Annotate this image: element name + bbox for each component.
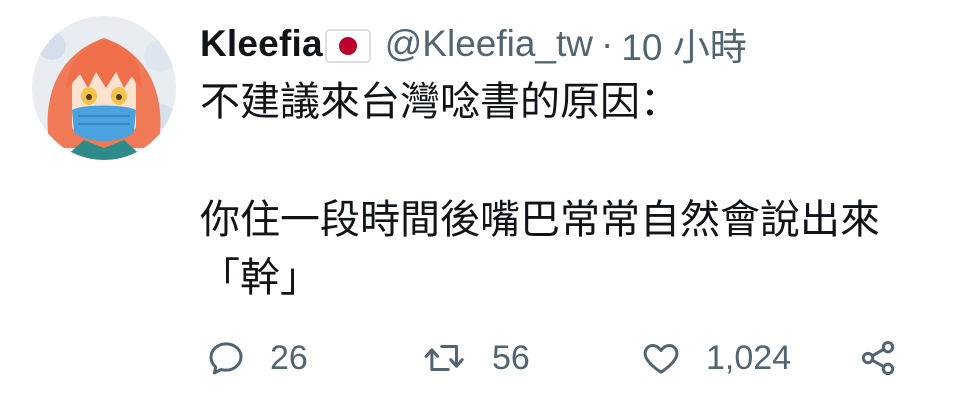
retweet-icon <box>424 345 464 371</box>
tweet-text-line-2: 你住一段時間後嘴巴常常自然會說出來 <box>200 197 880 243</box>
like-button[interactable]: 1,024 <box>640 338 791 378</box>
display-name[interactable]: Kleefia <box>200 23 323 65</box>
retweet-count: 56 <box>492 338 530 377</box>
japan-flag-icon <box>324 29 371 63</box>
avatar-illustration <box>32 16 176 160</box>
share-icon <box>861 341 895 375</box>
share-button[interactable] <box>858 338 898 378</box>
separator-dot: · <box>601 23 614 64</box>
reply-button[interactable]: 26 <box>206 338 308 378</box>
heart-icon <box>643 344 679 374</box>
tweet-text-line-3: 「幹」 <box>200 255 320 301</box>
retweet-button[interactable]: 56 <box>422 338 530 378</box>
avatar[interactable] <box>32 16 176 160</box>
tweet-actions: 26 56 1,024 <box>0 330 969 390</box>
timestamp[interactable]: 10 小時 <box>621 17 746 71</box>
tweet-text-line-1: 不建議來台灣唸書的原因： <box>200 79 680 125</box>
like-count: 1,024 <box>706 338 792 377</box>
tweet[interactable]: Kleefia @Kleefia_tw · 10 小時 不建議來台灣唸書的原因：… <box>0 0 969 410</box>
user-handle[interactable]: @Kleefia_tw <box>385 23 593 65</box>
reply-count: 26 <box>270 338 308 377</box>
tweet-header: Kleefia @Kleefia_tw · 10 小時 <box>200 16 747 72</box>
reply-icon <box>209 342 243 375</box>
